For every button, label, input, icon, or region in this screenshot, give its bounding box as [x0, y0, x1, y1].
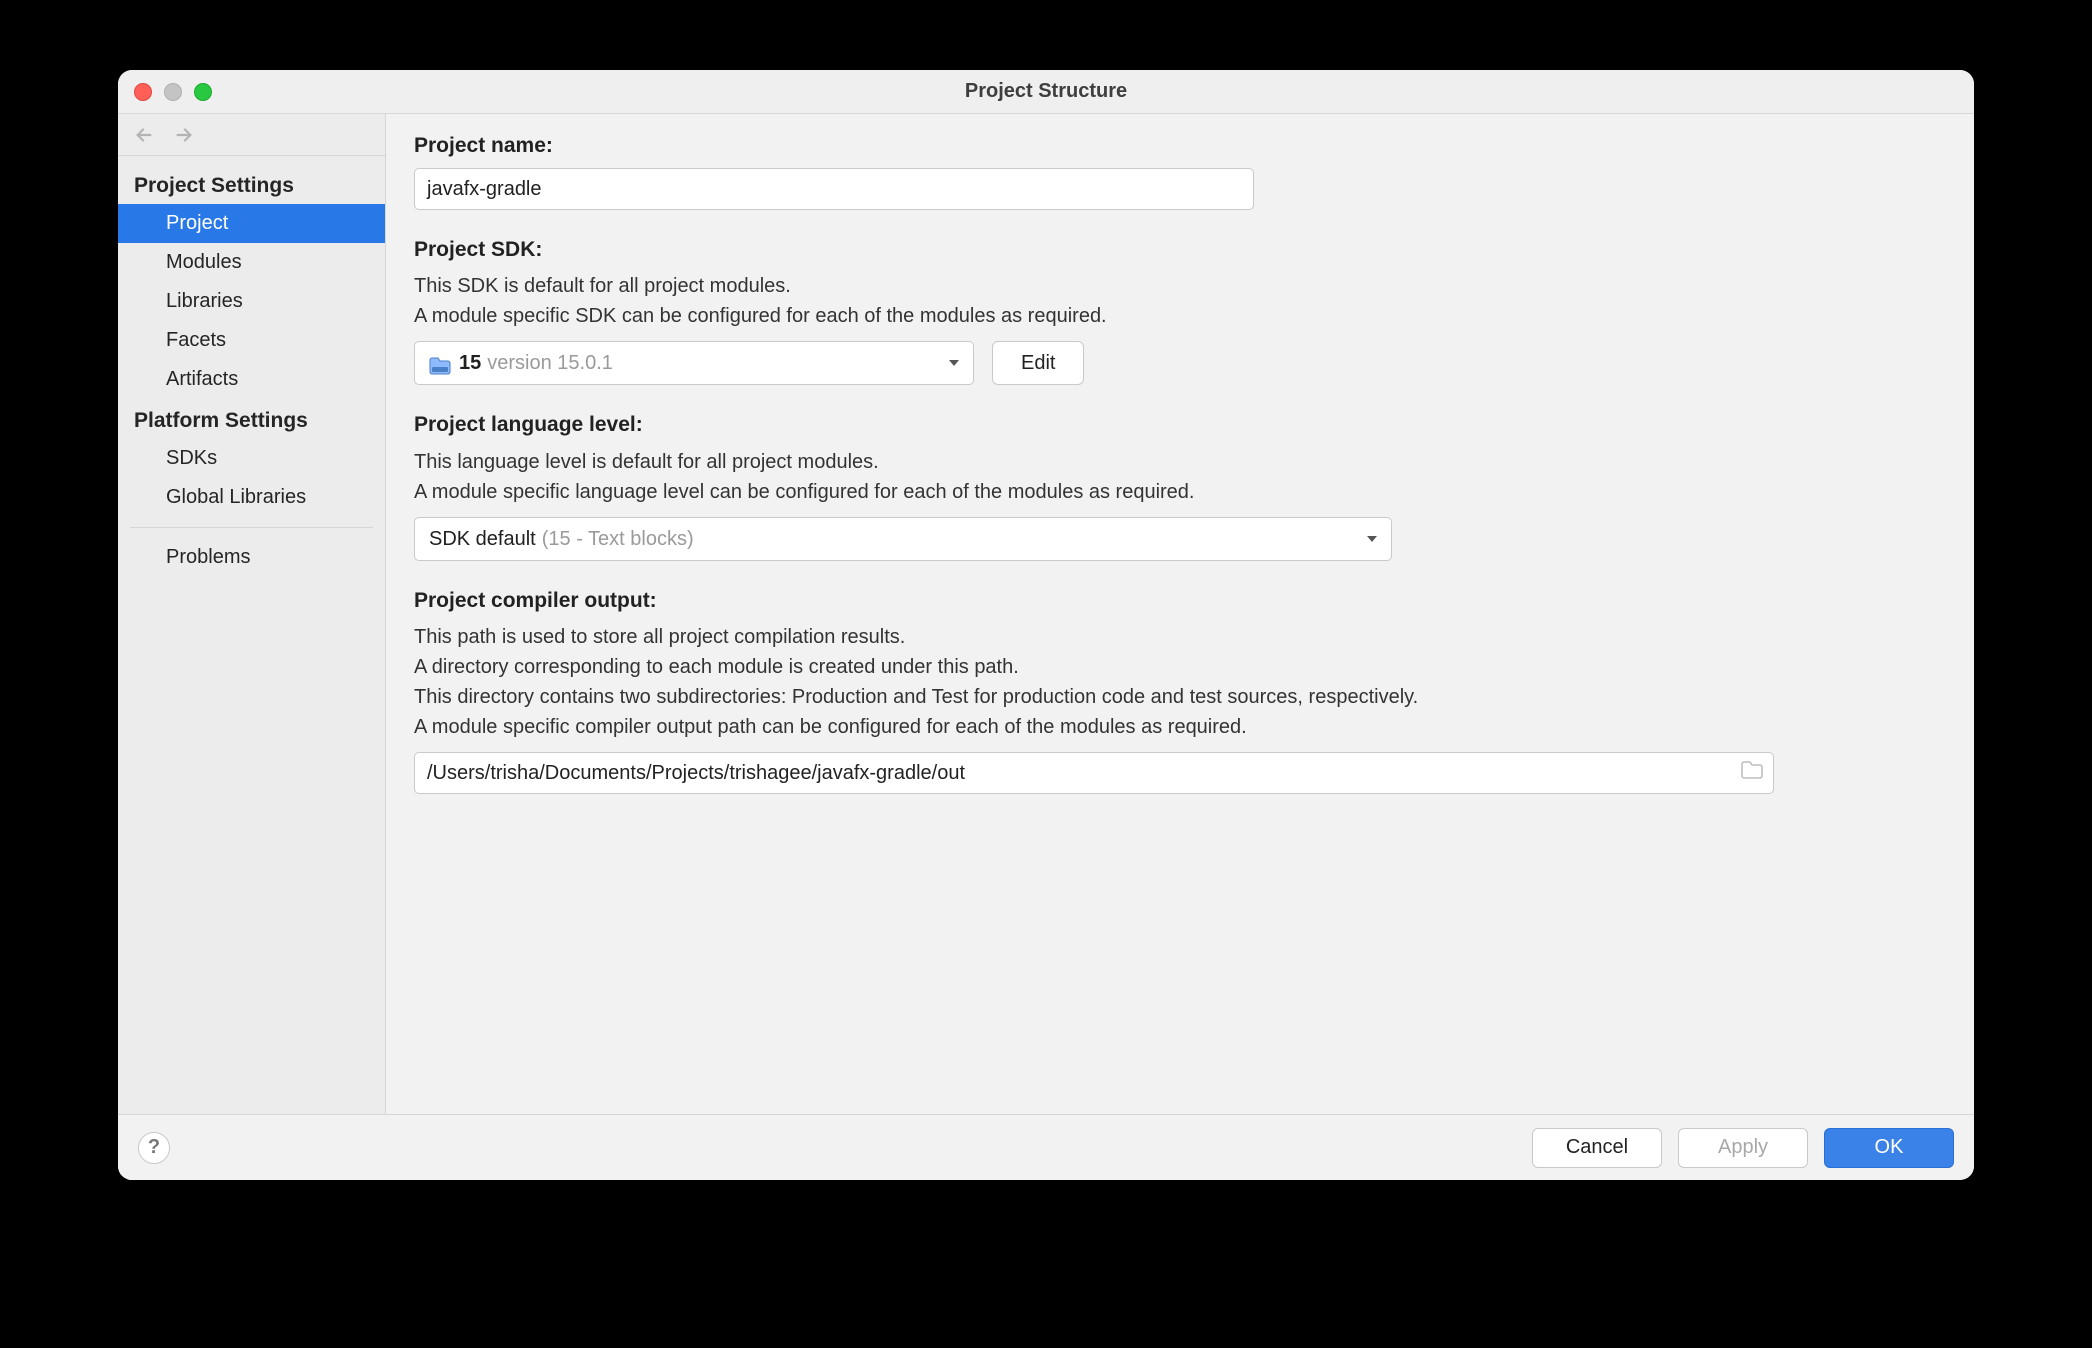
window-zoom-button[interactable]	[194, 83, 212, 101]
sidebar: Project Settings Project Modules Librari…	[118, 114, 386, 1114]
language-level-combo[interactable]: SDK default (15 - Text blocks)	[414, 517, 1392, 561]
project-name-input[interactable]: javafx-gradle	[414, 168, 1254, 210]
project-structure-dialog: Project Structure Project Settings Proje…	[118, 70, 1974, 1180]
language-level-description: This language level is default for all p…	[414, 447, 1934, 507]
sidebar-item-modules[interactable]: Modules	[118, 243, 385, 282]
lang-level-detail: (15 - Text blocks)	[542, 524, 694, 554]
compiler-output-input[interactable]: /Users/trisha/Documents/Projects/trishag…	[414, 752, 1774, 794]
sidebar-item-global-libraries[interactable]: Global Libraries	[118, 478, 385, 517]
sdk-desc-line-1: This SDK is default for all project modu…	[414, 275, 791, 297]
dialog-body: Project Settings Project Modules Librari…	[118, 114, 1974, 1114]
project-sdk-label: Project SDK:	[414, 234, 1934, 266]
sidebar-separator	[130, 527, 373, 528]
ok-button[interactable]: OK	[1824, 1128, 1954, 1168]
browse-folder-icon[interactable]	[1741, 758, 1763, 788]
project-sdk-description: This SDK is default for all project modu…	[414, 271, 1934, 331]
history-nav	[118, 114, 385, 156]
lang-desc-line-2: A module specific language level can be …	[414, 481, 1195, 503]
sdk-row: 15 version 15.0.1 Edit	[414, 341, 1934, 385]
sidebar-item-sdks[interactable]: SDKs	[118, 439, 385, 478]
back-icon[interactable]	[132, 123, 156, 147]
lang-level-main: SDK default	[429, 524, 536, 554]
main-panel: Project name: javafx-gradle Project SDK:…	[386, 114, 1974, 1114]
sidebar-item-project[interactable]: Project	[118, 204, 385, 243]
sidebar-header-project-settings: Project Settings	[118, 164, 385, 204]
chevron-down-icon	[947, 356, 961, 370]
compiler-output-description: This path is used to store all project c…	[414, 622, 1934, 742]
sidebar-item-libraries[interactable]: Libraries	[118, 282, 385, 321]
out-desc-line-4: A module specific compiler output path c…	[414, 716, 1247, 738]
language-level-label: Project language level:	[414, 409, 1934, 441]
sidebar-header-platform-settings: Platform Settings	[118, 399, 385, 439]
traffic-lights	[134, 83, 212, 101]
project-name-label: Project name:	[414, 130, 1934, 162]
apply-button[interactable]: Apply	[1678, 1128, 1808, 1168]
window-close-button[interactable]	[134, 83, 152, 101]
edit-sdk-button[interactable]: Edit	[992, 341, 1084, 385]
chevron-down-icon	[1365, 532, 1379, 546]
jdk-folder-icon	[429, 354, 451, 372]
dialog-title: Project Structure	[118, 80, 1974, 103]
forward-icon[interactable]	[172, 123, 196, 147]
out-desc-line-3: This directory contains two subdirectori…	[414, 686, 1418, 708]
titlebar: Project Structure	[118, 70, 1974, 114]
sidebar-items: Project Settings Project Modules Librari…	[118, 156, 385, 577]
compiler-output-value: /Users/trisha/Documents/Projects/trishag…	[427, 758, 965, 788]
lang-desc-line-1: This language level is default for all p…	[414, 451, 879, 473]
sidebar-item-artifacts[interactable]: Artifacts	[118, 360, 385, 399]
dialog-footer: ? Cancel Apply OK	[118, 1114, 1974, 1180]
out-desc-line-2: A directory corresponding to each module…	[414, 656, 1019, 678]
cancel-button[interactable]: Cancel	[1532, 1128, 1662, 1168]
compiler-output-label: Project compiler output:	[414, 585, 1934, 617]
help-button[interactable]: ?	[138, 1132, 170, 1164]
sidebar-item-facets[interactable]: Facets	[118, 321, 385, 360]
out-desc-line-1: This path is used to store all project c…	[414, 626, 905, 648]
sdk-version-bold: 15	[459, 348, 481, 378]
sidebar-item-problems[interactable]: Problems	[118, 538, 385, 577]
sdk-version-detail: version 15.0.1	[487, 348, 613, 378]
project-sdk-combo[interactable]: 15 version 15.0.1	[414, 341, 974, 385]
sdk-desc-line-2: A module specific SDK can be configured …	[414, 305, 1107, 327]
window-minimize-button[interactable]	[164, 83, 182, 101]
